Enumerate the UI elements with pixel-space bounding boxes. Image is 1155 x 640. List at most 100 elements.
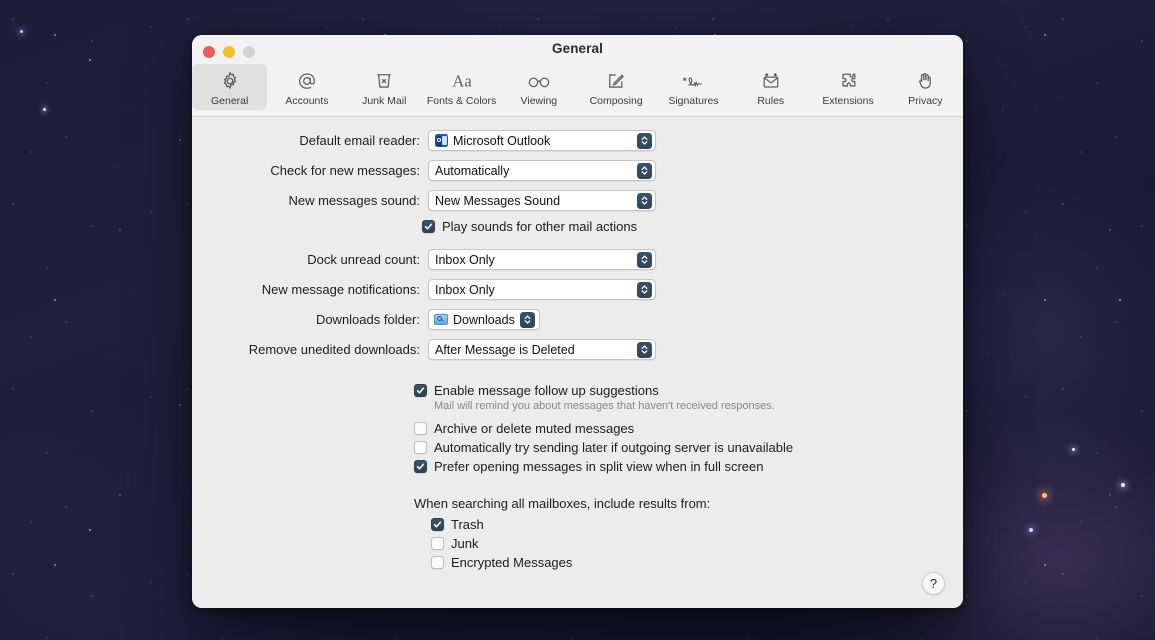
checkbox-auto-send-later[interactable]: Automatically try sending later if outgo…: [414, 440, 963, 455]
row-label: Remove unedited downloads:: [248, 342, 420, 357]
checkbox-box-unchecked: [414, 441, 427, 454]
checkbox-box-checked: [414, 384, 427, 397]
popup-stepper-icon: [637, 251, 652, 268]
bright-star: [1072, 448, 1075, 451]
tab-accounts[interactable]: Accounts: [269, 64, 344, 110]
general-preferences-pane: Default email reader: Microsoft Outlook …: [192, 117, 963, 608]
row-label: Check for new messages:: [270, 163, 420, 178]
tab-label: Viewing: [520, 95, 558, 107]
tab-general[interactable]: General: [192, 64, 268, 110]
tab-label: Composing: [589, 95, 643, 107]
help-button[interactable]: ?: [922, 572, 945, 595]
hand-icon: [914, 68, 936, 94]
window-title: General: [552, 41, 603, 56]
popup-stepper-icon: [637, 162, 652, 179]
glasses-icon: [526, 68, 552, 94]
window-titlebar: General General Accounts Junk Mail Aa Fo…: [192, 35, 963, 117]
search-scope-group: When searching all mailboxes, include re…: [192, 496, 963, 570]
checkbox-include-junk[interactable]: Junk: [431, 536, 963, 551]
preferences-toolbar: General Accounts Junk Mail Aa Fonts & Co…: [192, 64, 963, 114]
popup-value: Microsoft Outlook: [453, 133, 551, 148]
signature-icon: [679, 68, 707, 94]
bright-star: [43, 108, 46, 111]
tab-label: Rules: [757, 95, 785, 107]
tab-privacy[interactable]: Privacy: [888, 64, 963, 110]
tab-label: General: [210, 95, 249, 107]
popup-stepper-icon: [637, 281, 652, 298]
new-messages-sound-popup[interactable]: New Messages Sound: [428, 190, 656, 211]
checkbox-archive-muted[interactable]: Archive or delete muted messages: [414, 421, 963, 436]
trash-x-icon: [373, 68, 395, 94]
at-sign-icon: [296, 68, 318, 94]
new-message-notifications-popup[interactable]: Inbox Only: [428, 279, 656, 300]
setting-row-new-message-notifications: New message notifications: Inbox Only: [192, 278, 963, 301]
checkbox-label: Play sounds for other mail actions: [442, 219, 638, 234]
tab-extensions[interactable]: Extensions: [810, 64, 885, 110]
downloads-folder-popup[interactable]: Downloads: [428, 309, 540, 330]
setting-row-remove-unedited-downloads: Remove unedited downloads: After Message…: [192, 338, 963, 361]
bright-star: [1029, 528, 1033, 532]
tab-label: Fonts & Colors: [426, 95, 497, 107]
checkbox-label: Enable message follow up suggestions: [434, 383, 659, 398]
dock-unread-count-popup[interactable]: Inbox Only: [428, 249, 656, 270]
svg-text:Aa: Aa: [452, 71, 472, 90]
popup-value: Inbox Only: [435, 252, 495, 267]
checkbox-box-checked: [414, 460, 427, 473]
checkbox-box-unchecked: [431, 537, 444, 550]
default-email-reader-popup[interactable]: Microsoft Outlook: [428, 130, 656, 151]
mail-options-group: Enable message follow up suggestions Mai…: [192, 383, 963, 474]
gear-icon: [219, 68, 241, 94]
popup-stepper-icon: [637, 341, 652, 358]
setting-row-dock-unread-count: Dock unread count: Inbox Only: [192, 248, 963, 271]
tab-signatures[interactable]: Signatures: [656, 64, 731, 110]
bright-star: [1042, 493, 1047, 498]
checkbox-label: Archive or delete muted messages: [434, 421, 635, 436]
tab-composing[interactable]: Composing: [579, 64, 654, 110]
row-label: New message notifications:: [261, 282, 420, 297]
popup-value: After Message is Deleted: [435, 342, 575, 357]
row-label: Default email reader:: [299, 133, 420, 148]
tab-fonts-colors[interactable]: Aa Fonts & Colors: [424, 64, 499, 110]
checkbox-box-checked: [422, 220, 435, 233]
setting-row-downloads-folder: Downloads folder: Downloads: [192, 308, 963, 331]
popup-value: Automatically: [435, 163, 510, 178]
tab-label: Extensions: [822, 95, 874, 107]
follow-up-hint-text: Mail will remind you about messages that…: [434, 400, 775, 412]
checkbox-label: Junk: [451, 536, 479, 551]
checkbox-box-checked: [431, 518, 444, 531]
popup-value: Inbox Only: [435, 282, 495, 297]
outlook-app-icon: [435, 134, 448, 147]
setting-row-default-email-reader: Default email reader: Microsoft Outlook: [192, 129, 963, 152]
search-scope-heading: When searching all mailboxes, include re…: [414, 496, 711, 511]
tab-junk-mail[interactable]: Junk Mail: [347, 64, 422, 110]
remove-unedited-downloads-popup[interactable]: After Message is Deleted: [428, 339, 656, 360]
checkbox-enable-follow-up[interactable]: Enable message follow up suggestions: [414, 383, 963, 398]
downloads-folder-icon: [434, 314, 448, 326]
aa-text-icon: Aa: [447, 68, 477, 94]
tab-rules[interactable]: Rules: [733, 64, 808, 110]
checkbox-include-trash[interactable]: Trash: [431, 517, 963, 532]
checkbox-include-encrypted[interactable]: Encrypted Messages: [431, 555, 963, 570]
popup-stepper-icon: [519, 311, 535, 328]
checkbox-label: Trash: [451, 517, 484, 532]
check-new-messages-popup[interactable]: Automatically: [428, 160, 656, 181]
tab-label: Signatures: [668, 95, 719, 107]
mail-preferences-window: General General Accounts Junk Mail Aa Fo…: [192, 35, 963, 608]
checkbox-label: Encrypted Messages: [451, 555, 573, 570]
row-label: Dock unread count:: [307, 252, 420, 267]
bright-star: [1121, 483, 1125, 487]
tab-label: Accounts: [285, 95, 329, 107]
checkbox-box-unchecked: [431, 556, 444, 569]
popup-stepper-icon: [637, 132, 652, 149]
checkbox-play-sounds[interactable]: Play sounds for other mail actions: [192, 219, 963, 234]
checkbox-prefer-split-view[interactable]: Prefer opening messages in split view wh…: [414, 459, 963, 474]
row-label: Downloads folder:: [315, 312, 420, 327]
puzzle-piece-icon: [837, 68, 859, 94]
setting-row-new-messages-sound: New messages sound: New Messages Sound: [192, 189, 963, 212]
tab-viewing[interactable]: Viewing: [501, 64, 576, 110]
checkbox-box-unchecked: [414, 422, 427, 435]
popup-value: Downloads: [453, 312, 515, 327]
